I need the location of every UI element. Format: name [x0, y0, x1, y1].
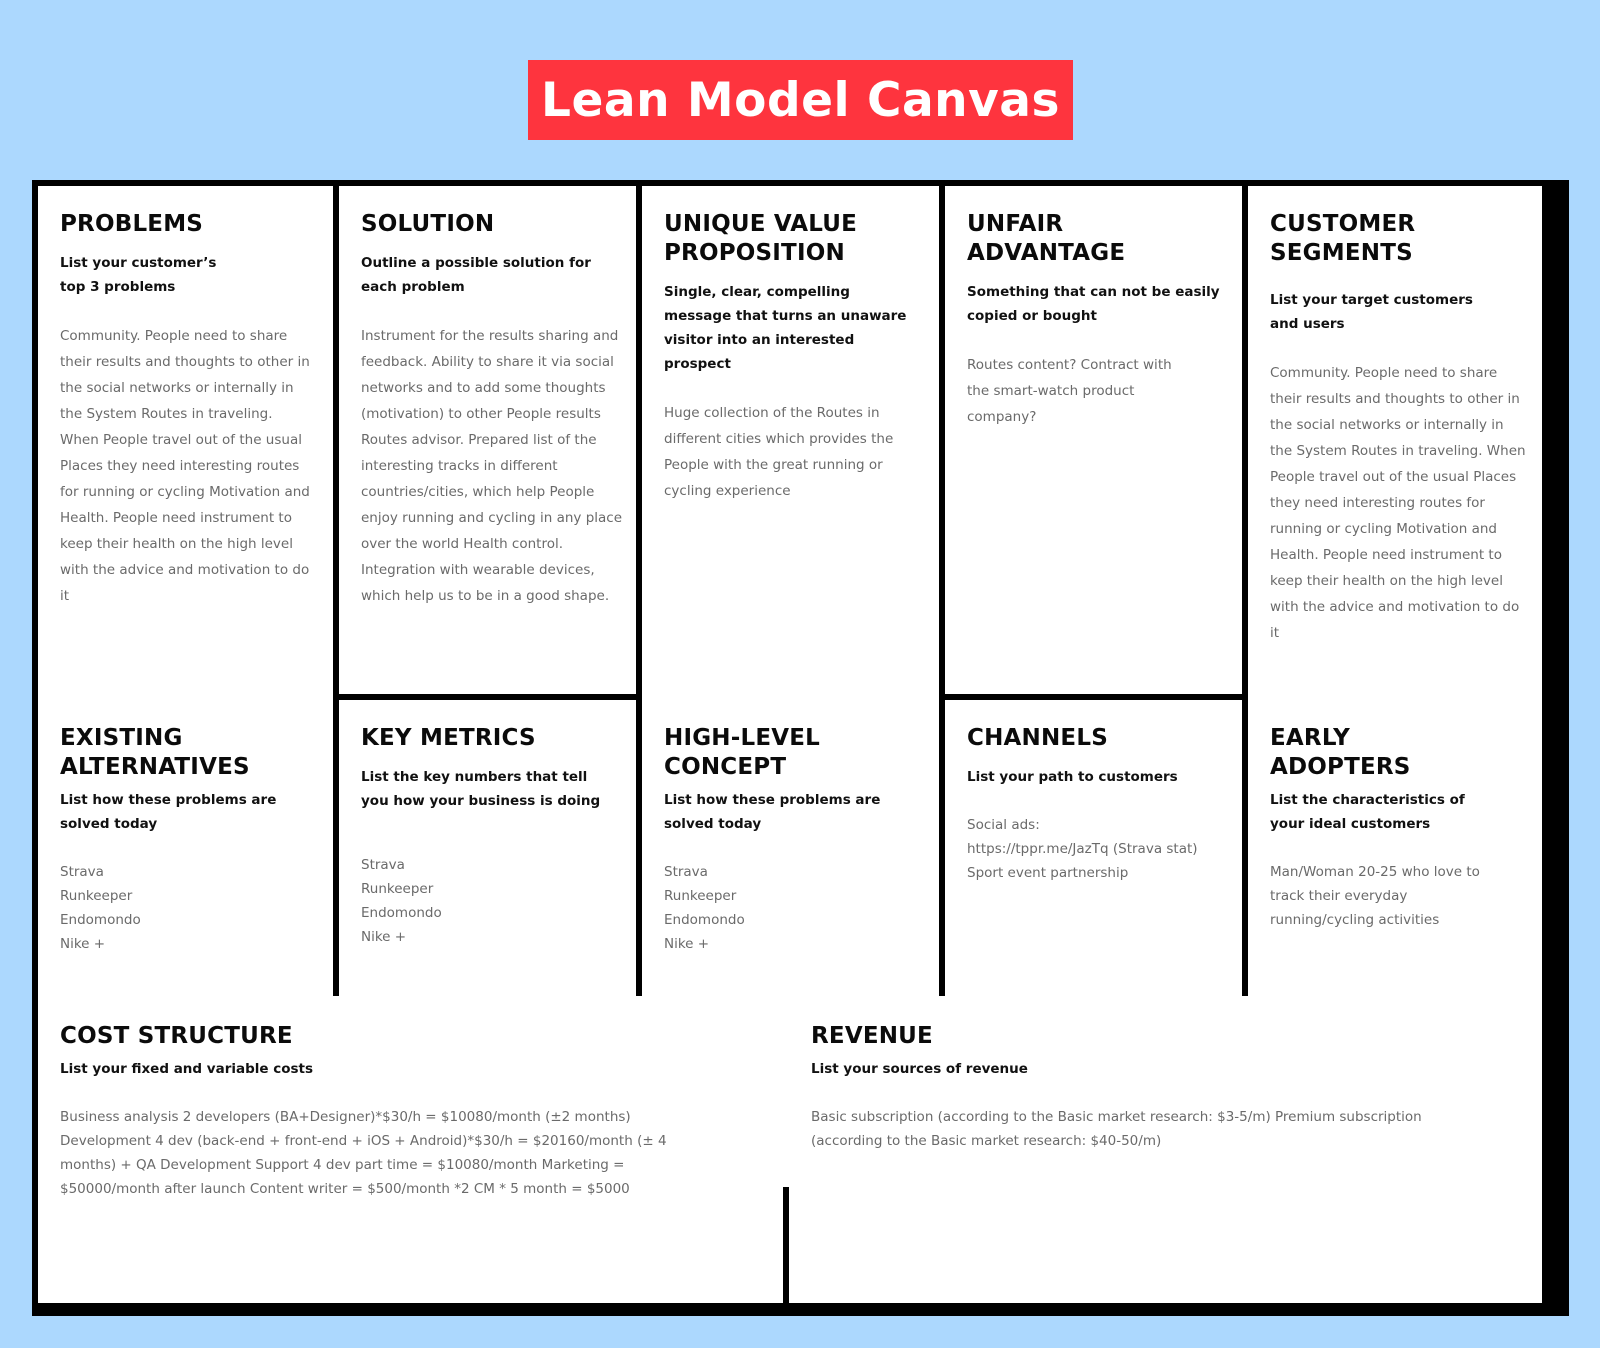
section-subheading: List your path to customers — [967, 769, 1178, 785]
section-subheading: List your target customers and users — [1270, 292, 1473, 332]
list-item: Sport event partnership — [967, 865, 1129, 881]
section-list: Strava Runkeeper Endomondo Nike + — [60, 860, 311, 956]
section-problems[interactable]: PROBLEMS List your customer’s top 3 prob… — [38, 186, 333, 700]
section-unique-value-proposition[interactable]: UNIQUE VALUE PROPOSITION Single, clear, … — [642, 186, 939, 700]
section-subheading: List your fixed and variable costs — [60, 1061, 314, 1077]
list-item: Endomondo — [60, 912, 141, 928]
page-title: Lean Model Canvas — [528, 60, 1073, 140]
section-subheading: List how these problems are solved today — [664, 792, 881, 832]
link[interactable]: https://tppr.me/JazTq (Strava stat) — [967, 837, 1220, 861]
section-subheading: List your customer’s top 3 problems — [60, 255, 217, 295]
section-body: Man/Woman 20-25 who love to track their … — [1270, 864, 1480, 928]
section-cost-structure[interactable]: COST STRUCTURE List your fixed and varia… — [38, 996, 783, 1303]
section-heading: EARLY ADOPTERS — [1270, 725, 1411, 780]
list-item: Endomondo — [361, 905, 442, 921]
section-heading: CHANNELS — [967, 725, 1108, 751]
section-body: Routes content? Contract with the smart-… — [967, 357, 1172, 425]
section-solution[interactable]: SOLUTION Outline a possible solution for… — [339, 186, 636, 694]
section-heading: CUSTOMER SEGMENTS — [1270, 211, 1416, 266]
section-body: Business analysis 2 developers (BA+Desig… — [60, 1109, 667, 1197]
section-unfair-advantage[interactable]: UNFAIR ADVANTAGE Something that can not … — [945, 186, 1242, 694]
section-subheading: Outline a possible solution for each pro… — [361, 255, 591, 295]
section-subheading: Single, clear, compelling message that t… — [664, 284, 907, 372]
section-subheading: List the key numbers that tell you how y… — [361, 769, 601, 809]
list-item: Nike + — [361, 929, 407, 945]
section-body: Community. People need to share their re… — [60, 328, 310, 604]
list-item: Nike + — [664, 936, 710, 952]
section-subheading: List how these problems are solved today — [60, 792, 277, 832]
list-item: Strava — [60, 864, 104, 880]
list-item: Social ads: — [967, 817, 1040, 833]
lean-canvas-grid: PROBLEMS List your customer’s top 3 prob… — [32, 180, 1569, 1316]
list-item: Runkeeper — [664, 888, 737, 904]
section-heading: UNIQUE VALUE PROPOSITION — [664, 211, 858, 266]
list-item: Runkeeper — [60, 888, 133, 904]
section-body: Basic subscription (according to the Bas… — [811, 1109, 1422, 1149]
section-body: Instrument for the results sharing and f… — [361, 328, 623, 604]
section-list: Social ads: https://tppr.me/JazTq (Strav… — [967, 813, 1220, 885]
section-heading: KEY METRICS — [361, 725, 536, 751]
section-heading: COST STRUCTURE — [60, 1023, 293, 1049]
section-heading: PROBLEMS — [60, 211, 204, 237]
section-heading: UNFAIR ADVANTAGE — [967, 211, 1126, 266]
section-list: Strava Runkeeper Endomondo Nike + — [664, 860, 917, 956]
section-body: Community. People need to share their re… — [1270, 365, 1526, 641]
section-heading: HIGH-LEVEL CONCEPT — [664, 725, 821, 780]
list-item: Endomondo — [664, 912, 745, 928]
list-item: Strava — [361, 857, 405, 873]
section-subheading: Something that can not be easily copied … — [967, 284, 1220, 324]
section-heading: REVENUE — [811, 1023, 933, 1049]
section-revenue[interactable]: REVENUE List your sources of revenue Bas… — [789, 996, 1542, 1303]
list-item: Nike + — [60, 936, 106, 952]
section-list: Strava Runkeeper Endomondo Nike + — [361, 853, 614, 949]
list-item: Strava — [664, 864, 708, 880]
section-subheading: List your sources of revenue — [811, 1061, 1028, 1077]
section-heading: SOLUTION — [361, 211, 495, 237]
section-heading: EXISTING ALTERNATIVES — [60, 725, 250, 780]
list-item: Runkeeper — [361, 881, 434, 897]
section-customer-segments[interactable]: CUSTOMER SEGMENTS List your target custo… — [1248, 186, 1542, 700]
section-subheading: List the characteristics of your ideal c… — [1270, 792, 1465, 832]
section-body: Huge collection of the Routes in differe… — [664, 405, 894, 499]
